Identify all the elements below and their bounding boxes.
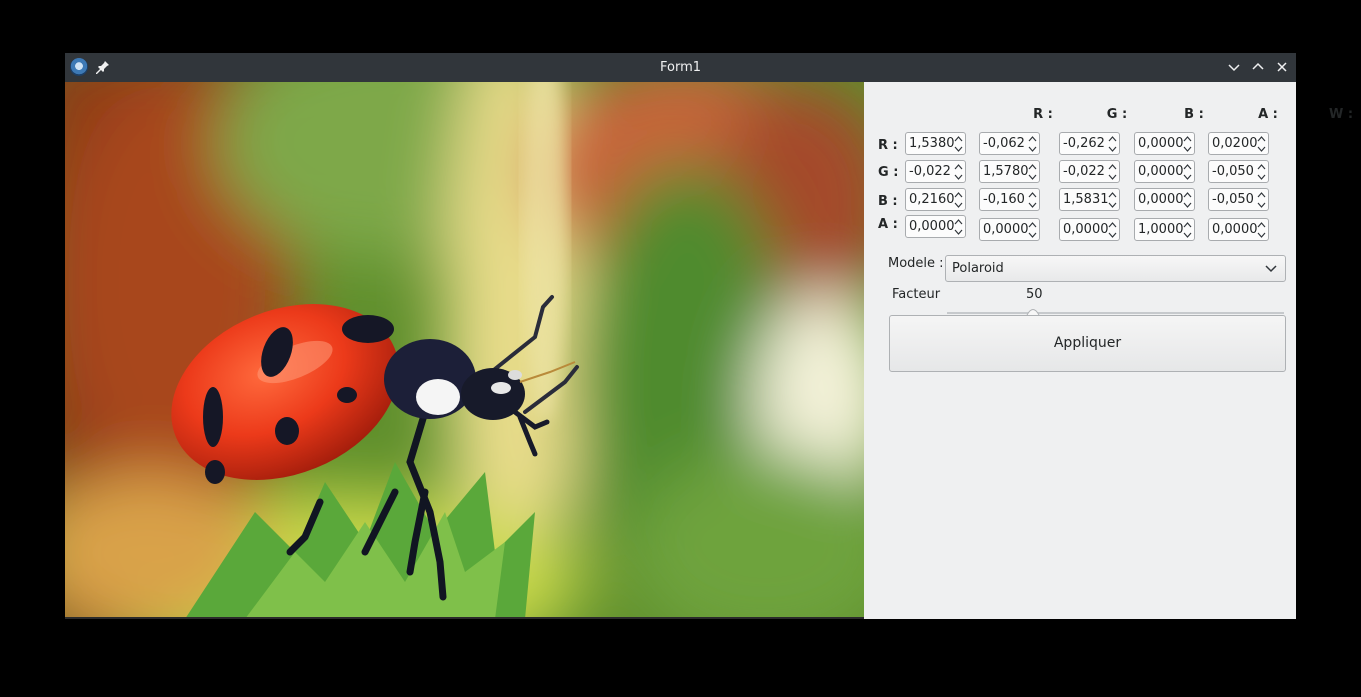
spin-arrows-icon[interactable] [1028,134,1037,154]
spin-arrows-icon[interactable] [1257,162,1266,182]
spinbox-value: 0,0000 [1212,222,1258,237]
spin-arrows-icon[interactable] [1028,190,1037,210]
col-header-a: A : [1258,107,1278,122]
spinbox-a-w[interactable]: 0,0000 [1208,218,1269,241]
col-header-r: R : [1033,107,1053,122]
title-bar[interactable]: Form1 [65,53,1296,82]
spinbox-value: 1,0000 [1138,222,1184,237]
spinbox-r-b[interactable]: -0,262 [1059,132,1120,155]
spinbox-r-r[interactable]: 1,5380 [905,132,966,155]
apply-button[interactable]: Appliquer [889,315,1286,372]
spin-arrows-icon[interactable] [954,162,963,182]
spinbox-g-r[interactable]: -0,022 [905,160,966,183]
spin-arrows-icon[interactable] [1108,190,1117,210]
minimize-icon[interactable] [1226,59,1242,75]
spinbox-a-a[interactable]: 1,0000 [1134,218,1195,241]
spinbox-g-w[interactable]: -0,050 [1208,160,1269,183]
spinbox-a-r[interactable]: 0,0000 [905,215,966,238]
spinbox-r-g[interactable]: -0,062 [979,132,1040,155]
spin-arrows-icon[interactable] [1183,162,1192,182]
spinbox-value: -0,050 [1212,192,1254,207]
spin-arrows-icon[interactable] [1183,190,1192,210]
window-title: Form1 [659,60,702,75]
spinbox-b-r[interactable]: 0,2160 [905,188,966,211]
spin-arrows-icon[interactable] [1028,220,1037,240]
spin-arrows-icon[interactable] [1108,134,1117,154]
ladybug-photo [65,82,864,619]
spinbox-value: -0,022 [1063,164,1105,179]
spin-arrows-icon[interactable] [1108,162,1117,182]
spin-arrows-icon[interactable] [1028,162,1037,182]
facteur-value: 50 [1026,287,1043,302]
close-icon[interactable] [1274,59,1290,75]
col-header-b: B : [1184,107,1204,122]
col-header-w: W : [1328,107,1354,122]
spin-arrows-icon[interactable] [1183,134,1192,154]
row-header-r: R : [878,138,898,153]
main-window: Form1 R: G: B: A: W: R: G: B: A … [65,53,1353,619]
row-header-g: G : [878,165,899,180]
spinbox-value: 0,0000 [1138,164,1184,179]
spin-arrows-icon[interactable] [1257,190,1266,210]
spin-arrows-icon[interactable] [954,134,963,154]
spin-arrows-icon[interactable] [1183,220,1192,240]
row-header-b: B : [878,194,898,209]
spinbox-value: 1,5831 [1063,192,1109,207]
spin-arrows-icon[interactable] [1257,134,1266,154]
spinbox-value: 0,0200 [1212,136,1258,151]
spinbox-value: -0,160 [983,192,1025,207]
spinbox-b-w[interactable]: -0,050 [1208,188,1269,211]
modele-value: Polaroid [952,261,1004,276]
row-header-a: A : [878,217,898,232]
spin-arrows-icon[interactable] [954,217,963,237]
spinbox-value: 0,0000 [983,222,1029,237]
image-canvas [65,82,864,619]
spinbox-value: -0,022 [909,164,951,179]
spinbox-value: -0,062 [983,136,1025,151]
col-header-g: G : [1106,107,1128,122]
spinbox-value: -0,050 [1212,164,1254,179]
maximize-icon[interactable] [1250,59,1266,75]
spinbox-a-g[interactable]: 0,0000 [979,218,1040,241]
spinbox-value: 1,5380 [909,136,955,151]
spinbox-value: 1,5780 [983,164,1029,179]
spin-arrows-icon[interactable] [1108,220,1117,240]
spinbox-r-a[interactable]: 0,0000 [1134,132,1195,155]
spinbox-value: 0,0000 [1138,192,1184,207]
spinbox-b-g[interactable]: -0,160 [979,188,1040,211]
spinbox-value: 0,0000 [1138,136,1184,151]
control-panel: R : G : B : A : W : R : G : B : A : 1,53… [864,82,1353,619]
modele-label: Modele : [888,256,944,271]
spinbox-value: 0,0000 [909,219,955,234]
modele-combobox[interactable]: Polaroid [945,255,1286,282]
spinbox-r-w[interactable]: 0,0200 [1208,132,1269,155]
spinbox-g-b[interactable]: -0,022 [1059,160,1120,183]
spinbox-b-b[interactable]: 1,5831 [1059,188,1120,211]
facteur-label: Facteur [892,287,941,302]
spinbox-value: -0,262 [1063,136,1105,151]
spinbox-g-g[interactable]: 1,5780 [979,160,1040,183]
spinbox-value: 0,2160 [909,192,955,207]
spinbox-g-a[interactable]: 0,0000 [1134,160,1195,183]
spinbox-b-a[interactable]: 0,0000 [1134,188,1195,211]
chevron-down-icon [1265,265,1277,273]
facteur-slider[interactable] [947,312,1284,314]
spinbox-a-b[interactable]: 0,0000 [1059,218,1120,241]
spinbox-value: 0,0000 [1063,222,1109,237]
spin-arrows-icon[interactable] [954,190,963,210]
spin-arrows-icon[interactable] [1257,220,1266,240]
